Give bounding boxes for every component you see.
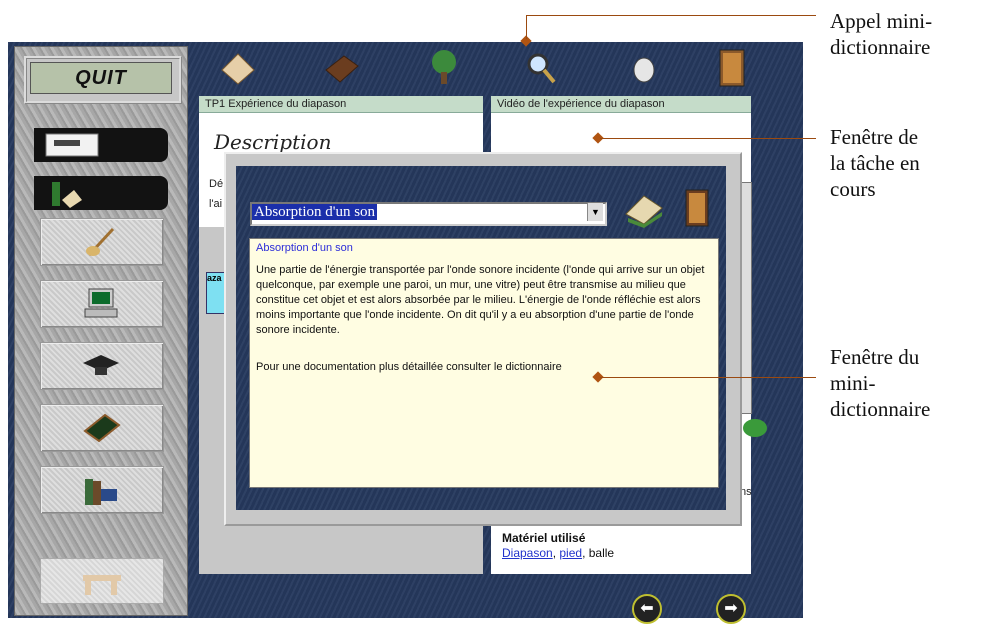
previous-button[interactable]: ⬅ <box>632 594 662 624</box>
tree-icon[interactable] <box>424 48 464 88</box>
term-select-value[interactable]: Absorption d'un son <box>252 204 378 220</box>
clipboard-icon[interactable] <box>218 48 258 88</box>
partial-text-2: l'ai <box>209 198 223 210</box>
next-button[interactable]: ➡ <box>716 594 746 624</box>
turtle-icon[interactable] <box>740 414 770 440</box>
annotation-appel: Appel mini- dictionnaire <box>830 9 933 59</box>
guitar-icon <box>86 227 115 257</box>
partial-text-1: Dé <box>209 178 224 190</box>
sidebar-item-card[interactable] <box>34 128 168 162</box>
callout-line-dict <box>600 377 816 378</box>
close-door-icon[interactable] <box>682 188 712 228</box>
materiel-list: Diapason, pied, balle <box>502 546 614 560</box>
annotation-fenetre-tache: Fenêtre de la tâche en cours <box>830 125 920 201</box>
materiel-title: Matériel utilisé <box>502 531 586 545</box>
definition-text: Une partie de l'énergie transportée par … <box>256 264 705 336</box>
magnifier-icon[interactable] <box>520 48 560 88</box>
sidebar-item-blackboard[interactable] <box>40 404 164 452</box>
sidebar-item-books[interactable] <box>40 466 164 514</box>
link-diapason[interactable]: Diapason <box>502 546 553 560</box>
bottle-icon <box>52 182 82 208</box>
definition-heading: Absorption d'un son <box>256 242 353 254</box>
callout-line-appel-h <box>526 15 816 16</box>
task-panel-header: TP1 Expérience du diapason <box>199 96 483 113</box>
computer-icon <box>84 288 118 318</box>
link-pied[interactable]: pied <box>559 546 582 560</box>
definition-more: Pour une documentation plus détaillée co… <box>256 361 562 373</box>
exit-door-icon[interactable] <box>712 48 752 88</box>
chevron-down-icon[interactable]: ▼ <box>587 203 603 221</box>
books-icon <box>85 479 117 505</box>
video-panel-header: Vidéo de l'expérience du diapason <box>491 96 751 113</box>
annotation-fenetre-dict: Fenêtre du mini- dictionnaire <box>830 345 931 421</box>
book-open-icon[interactable] <box>622 188 666 228</box>
sidebar-item-desk[interactable] <box>40 558 164 604</box>
sidebar-item-computer[interactable] <box>40 280 164 328</box>
mouse-icon[interactable] <box>624 48 664 88</box>
graduation-cap-icon <box>83 355 119 375</box>
sidebar-item-guitar[interactable] <box>40 218 164 266</box>
desk-icon <box>83 575 121 595</box>
sidebar-item-graduation[interactable] <box>40 342 164 390</box>
materiel-tail: , balle <box>582 546 615 560</box>
book-icon[interactable] <box>322 48 362 88</box>
blackboard-icon <box>83 413 121 443</box>
card-reader-icon <box>45 133 99 157</box>
callout-line-tache <box>600 138 816 139</box>
callout-line-appel-v <box>526 15 527 39</box>
sidebar-item-bottle[interactable] <box>34 176 168 210</box>
cyan-tab[interactable]: aza <box>206 272 226 314</box>
quit-button[interactable]: QUIT <box>30 62 172 94</box>
description-title: Description <box>214 130 332 154</box>
